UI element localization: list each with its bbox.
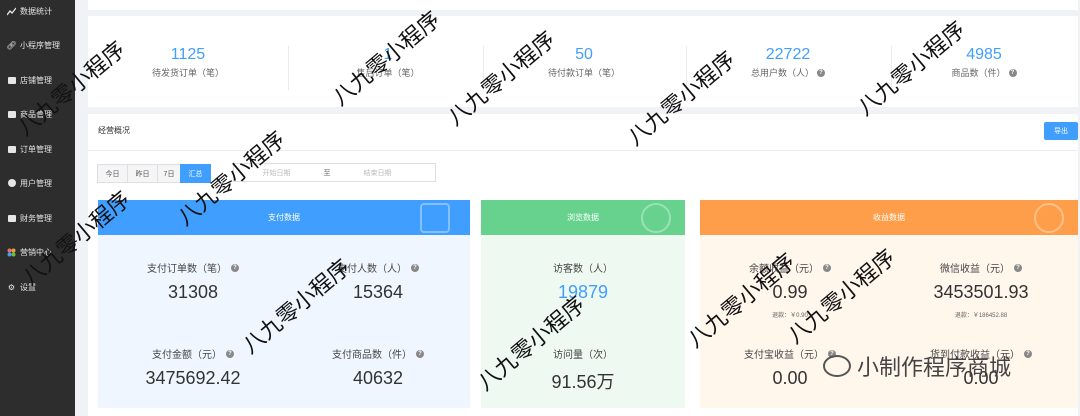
metric-pay-orders: 支付订单数（笔）? 31308	[108, 260, 278, 303]
metric-pay-goods: 支付商品数（件）? 40632	[293, 346, 463, 389]
panel-title: 浏览数据	[567, 213, 599, 222]
help-icon[interactable]: ?	[226, 349, 234, 358]
stat-label: 商品数（件）	[951, 68, 1006, 78]
metric-label: 支付金额（元）	[152, 350, 222, 361]
range-today-button[interactable]: 今日	[97, 164, 128, 183]
stat-label: 待付款订单（笔）	[547, 68, 620, 78]
sidebar: 数据统计 🔗︎ 小程序管理 店铺管理 商品管理 订单管理 用户管理 财务管理 营…	[0, 0, 75, 416]
refund-text: 退款：￥186452.88	[954, 313, 1008, 319]
help-icon[interactable]: ?	[1014, 263, 1022, 272]
help-icon[interactable]: ?	[231, 263, 239, 272]
money-bag-icon	[1034, 203, 1064, 233]
metric-value: 3475692.42	[145, 368, 241, 388]
date-separator: 至	[323, 169, 331, 177]
panel-title: 支付数据	[268, 213, 300, 222]
metric-visitors: 访客数（人） 19879	[481, 260, 685, 303]
sidebar-item-label: 店铺管理	[20, 75, 52, 85]
help-icon[interactable]: ?	[411, 263, 419, 272]
stat-label: 待发货订单（笔）	[151, 68, 224, 78]
sidebar-item-data-stats[interactable]: 数据统计	[0, 1, 75, 21]
help-icon[interactable]: ?	[817, 68, 825, 77]
wechat-icon	[823, 355, 851, 377]
brand-watermark: 小制作程序商城	[823, 350, 1011, 382]
user-icon	[641, 203, 671, 233]
metric-value: 31308	[167, 282, 219, 302]
brand-text: 小制作程序商城	[857, 355, 1012, 380]
stat-label: 总用户数（人）	[750, 68, 814, 78]
pay-panel-header: 支付数据	[98, 200, 470, 235]
metric-label: 访客数（人）	[553, 264, 613, 275]
metric-wechat-income: 微信收益（元）? 3453501.93 退款：￥186452.88	[888, 260, 1074, 319]
sidebar-item-miniprogram[interactable]: 🔗︎ 小程序管理	[0, 35, 75, 55]
sidebar-item-label: 财务管理	[20, 213, 52, 223]
chart-icon	[7, 7, 16, 16]
link-icon: 🔗︎	[6, 40, 17, 50]
sidebar-item-label: 数据统计	[20, 6, 52, 16]
divider	[288, 46, 289, 90]
help-icon[interactable]: ?	[1008, 68, 1017, 77]
range-7days-button[interactable]: 7日	[157, 164, 181, 183]
help-icon[interactable]: ?	[416, 349, 424, 358]
metric-label: 支付订单数（笔）	[147, 264, 227, 275]
sidebar-item-label: 订单管理	[20, 144, 52, 154]
metric-label: 访问量（次）	[553, 350, 613, 361]
store-icon	[7, 76, 16, 85]
panel-title: 收益数据	[873, 213, 905, 222]
marketing-icon	[7, 248, 16, 257]
metric-value: 19879	[557, 282, 609, 302]
metric-label: 支付商品数（件）	[332, 350, 412, 361]
overview-title: 经营概况	[98, 126, 130, 135]
range-selector: 今日 昨日 7日 汇总	[97, 164, 211, 183]
order-icon	[7, 145, 16, 154]
date-end-input[interactable]: 结束日期	[335, 168, 420, 178]
metric-label: 微信收益（元）	[940, 264, 1010, 275]
help-icon[interactable]: ?	[823, 263, 831, 272]
top-strip	[88, 0, 1078, 10]
settings-icon: ⚙︎	[7, 282, 16, 292]
sidebar-item-orders[interactable]: 订单管理	[0, 139, 75, 159]
sidebar-item-label: 用户管理	[20, 178, 52, 188]
finance-icon	[7, 214, 16, 223]
download-icon	[420, 203, 450, 233]
metric-value: 40632	[352, 368, 404, 388]
export-button[interactable]: 导出	[1044, 122, 1078, 140]
user-icon	[7, 179, 16, 188]
browse-panel-header: 浏览数据	[481, 200, 685, 235]
help-icon[interactable]: ?	[1024, 349, 1032, 358]
range-yesterday-button[interactable]: 昨日	[127, 164, 158, 183]
income-panel-header: 收益数据	[700, 200, 1078, 235]
sidebar-item-users[interactable]: 用户管理	[0, 173, 75, 193]
metric-label: 支付宝收益（元）	[744, 350, 824, 361]
metric-value: 3453501.93	[933, 282, 1029, 302]
sidebar-item-label: 小程序管理	[20, 40, 60, 50]
browse-panel-body: 访客数（人） 19879 访问量（次） 91.56万	[481, 235, 685, 408]
